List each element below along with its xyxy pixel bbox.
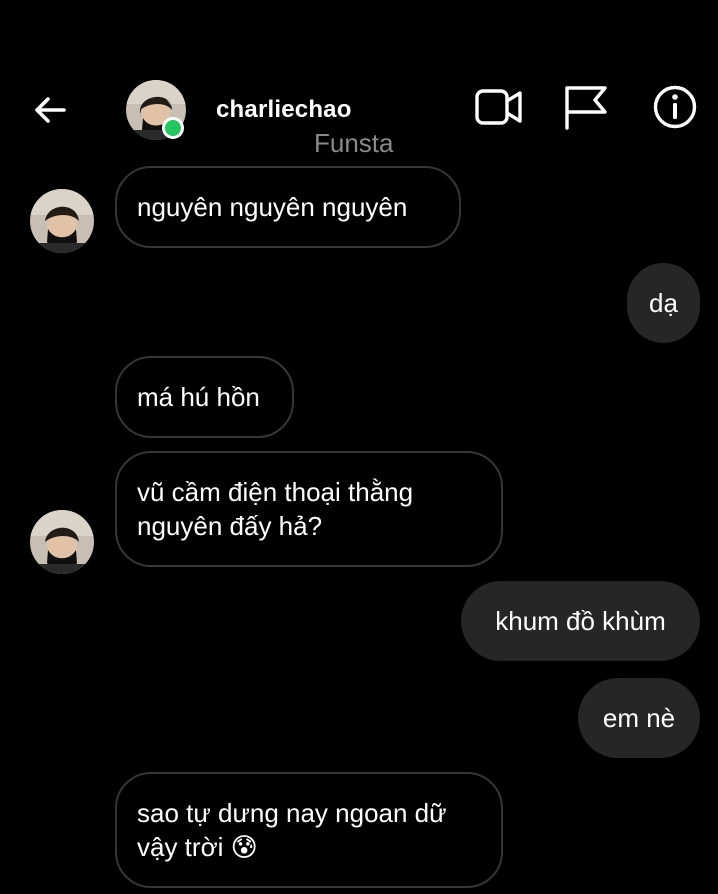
info-icon: [653, 85, 697, 129]
message-incoming[interactable]: vũ cầm điện thoại thằng nguyên đấy hả?: [115, 451, 503, 567]
message-outgoing[interactable]: khum đồ khùm: [461, 581, 700, 661]
avatar-photo: [30, 510, 94, 574]
chat-username[interactable]: charliechao: [216, 96, 352, 124]
message-outgoing[interactable]: em nè: [578, 678, 700, 758]
message-incoming[interactable]: má hú hồn: [115, 356, 294, 438]
arrow-left-icon: [35, 97, 66, 123]
chat-header: charliechao Funsta: [0, 0, 718, 160]
online-status-dot: [162, 117, 184, 139]
video-call-icon: [475, 89, 522, 125]
message-incoming[interactable]: sao tự dưng nay ngoan dữ vậy trời 😰: [115, 772, 503, 888]
flag-icon: [565, 86, 607, 130]
info-button[interactable]: [650, 84, 700, 130]
avatar-photo: [30, 189, 94, 253]
back-button[interactable]: [28, 88, 72, 132]
video-call-button[interactable]: [474, 84, 524, 130]
avatar[interactable]: [30, 189, 94, 253]
report-button[interactable]: [560, 84, 610, 130]
avatar[interactable]: [30, 510, 94, 574]
watermark-text: Funsta: [314, 128, 394, 158]
message-incoming[interactable]: nguyên nguyên nguyên: [115, 166, 461, 248]
message-outgoing[interactable]: dạ: [627, 263, 700, 343]
